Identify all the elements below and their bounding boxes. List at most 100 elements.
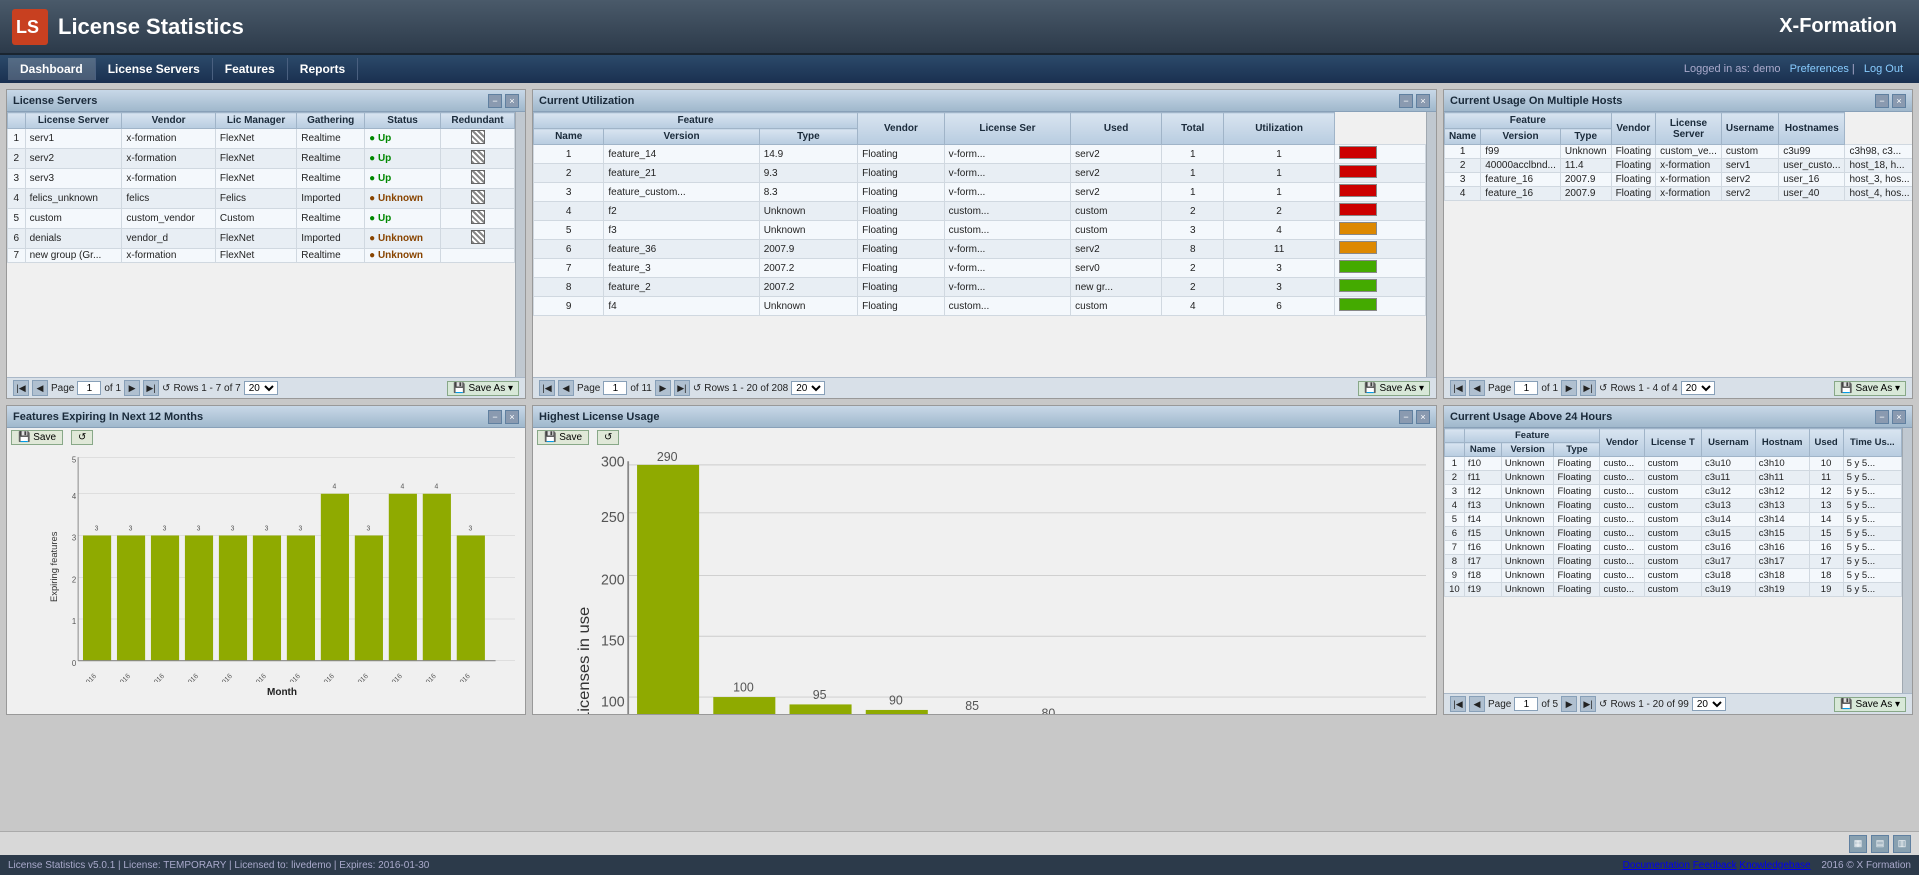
cu-close[interactable]: × bbox=[1416, 94, 1430, 108]
u24-prev[interactable]: ◀ bbox=[1469, 696, 1485, 712]
mh-first[interactable]: |◀ bbox=[1450, 380, 1466, 396]
ls-page-input[interactable] bbox=[77, 381, 101, 395]
grid-icon-1[interactable]: ▦ bbox=[1849, 835, 1867, 853]
table-row: 4 feature_16 2007.9 Floating x-formation… bbox=[1445, 187, 1913, 201]
svg-text:July 2016: July 2016 bbox=[276, 673, 301, 682]
cu-minimize[interactable]: − bbox=[1399, 94, 1413, 108]
svg-text:January 2016: January 2016 bbox=[64, 673, 98, 682]
nav-dashboard[interactable]: Dashboard bbox=[8, 58, 96, 80]
nav-license-servers[interactable]: License Servers bbox=[96, 58, 213, 80]
u24-close[interactable]: × bbox=[1892, 410, 1906, 424]
license-servers-rows: 1 serv1 x-formation FlexNet Realtime ● U… bbox=[8, 129, 515, 263]
u24-last[interactable]: ▶| bbox=[1580, 696, 1596, 712]
current-util-title: Current Utilization bbox=[539, 95, 634, 107]
u24-page-input[interactable] bbox=[1514, 697, 1538, 711]
fe-minimize[interactable]: − bbox=[488, 410, 502, 424]
grid-icon-2[interactable]: ▤ bbox=[1871, 835, 1889, 853]
preferences-link[interactable]: Preferences bbox=[1790, 63, 1849, 75]
mh-rows-select[interactable]: 20 bbox=[1681, 381, 1715, 395]
fe-bar-sep bbox=[355, 535, 383, 660]
cu-next[interactable]: ▶ bbox=[655, 380, 671, 396]
grid-icon-3[interactable]: ▥ bbox=[1893, 835, 1911, 853]
fe-close[interactable]: × bbox=[505, 410, 519, 424]
nav-features[interactable]: Features bbox=[213, 58, 288, 80]
license-servers-scrollbar[interactable] bbox=[515, 112, 525, 377]
u24-next[interactable]: ▶ bbox=[1561, 696, 1577, 712]
cu-scrollbar[interactable] bbox=[1426, 112, 1436, 377]
ls-first-page[interactable]: |◀ bbox=[13, 380, 29, 396]
cu-save-button[interactable]: 💾 Save As ▾ bbox=[1358, 381, 1430, 396]
table-row: 7 new group (Gr... x-formation FlexNet R… bbox=[8, 249, 515, 263]
mh-table-wrapper: Feature Vendor License Server Username H… bbox=[1444, 112, 1912, 377]
svg-text:100: 100 bbox=[601, 694, 625, 710]
u24-first[interactable]: |◀ bbox=[1450, 696, 1466, 712]
table-row: 8 feature_2 2007.2 Floating v-form... ne… bbox=[534, 278, 1426, 297]
svg-text:90: 90 bbox=[889, 693, 903, 707]
col-num bbox=[8, 113, 26, 129]
logout-link[interactable]: Log Out bbox=[1864, 63, 1903, 75]
mh-col-licser: License Server bbox=[1656, 113, 1722, 145]
ls-rows-info: Rows 1 - 7 of 7 bbox=[173, 383, 240, 394]
mh-refresh[interactable]: ↺ bbox=[1599, 383, 1607, 394]
license-servers-controls: − × bbox=[488, 94, 519, 108]
u24-pag-left: |◀ ◀ Page of 5 ▶ ▶| ↺ Rows 1 - 20 of 99 … bbox=[1450, 696, 1726, 712]
cu-last[interactable]: ▶| bbox=[674, 380, 690, 396]
mh-save-button[interactable]: 💾 Save As ▾ bbox=[1834, 381, 1906, 396]
svg-text:75: 75 bbox=[1118, 712, 1132, 714]
hl-close[interactable]: × bbox=[1416, 410, 1430, 424]
u24-table-wrapper: Feature Vendor License T Usernam Hostnam… bbox=[1444, 428, 1902, 693]
nav-reports[interactable]: Reports bbox=[288, 58, 358, 80]
mh-controls: − × bbox=[1875, 94, 1906, 108]
hl-minimize[interactable]: − bbox=[1399, 410, 1413, 424]
cu-page-input[interactable] bbox=[603, 381, 627, 395]
hl-bar-3 bbox=[790, 704, 852, 714]
ls-rows-select[interactable]: 20 bbox=[244, 381, 278, 395]
nav-items: Dashboard License Servers Features Repor… bbox=[8, 58, 358, 80]
bottom-toolbar: ▦ ▤ ▥ bbox=[0, 831, 1919, 855]
license-servers-minimize[interactable]: − bbox=[488, 94, 502, 108]
u24-refresh[interactable]: ↺ bbox=[1599, 699, 1607, 710]
license-servers-close[interactable]: × bbox=[505, 94, 519, 108]
cu-prev[interactable]: ◀ bbox=[558, 380, 574, 396]
col-vendor: Vendor bbox=[122, 113, 215, 129]
cu-pagination: |◀ ◀ Page of 11 ▶ ▶| ↺ Rows 1 - 20 of 20… bbox=[533, 377, 1436, 398]
u24-col-rownum bbox=[1445, 443, 1465, 457]
mh-last[interactable]: ▶| bbox=[1580, 380, 1596, 396]
hl-refresh-btn[interactable]: ↺ bbox=[597, 430, 619, 445]
ls-next-page[interactable]: ▶ bbox=[124, 380, 140, 396]
ls-refresh-icon[interactable]: ↺ bbox=[162, 383, 170, 394]
fe-bar-jan bbox=[83, 535, 111, 660]
cu-rows-select[interactable]: 20 bbox=[791, 381, 825, 395]
fe-refresh-btn[interactable]: ↺ bbox=[71, 430, 93, 445]
fe-controls: − × bbox=[488, 410, 519, 424]
ls-prev-page[interactable]: ◀ bbox=[32, 380, 48, 396]
u24-feature-group: Feature bbox=[1464, 429, 1600, 443]
u24-rows-select[interactable]: 20 bbox=[1692, 697, 1726, 711]
mh-next[interactable]: ▶ bbox=[1561, 380, 1577, 396]
ls-last-page[interactable]: ▶| bbox=[143, 380, 159, 396]
u24-save-button[interactable]: 💾 Save As ▾ bbox=[1834, 697, 1906, 712]
footer-feedback-link[interactable]: Feedback bbox=[1693, 860, 1737, 871]
current-util-rows: 1 feature_14 14.9 Floating v-form... ser… bbox=[534, 145, 1426, 316]
svg-text:3: 3 bbox=[299, 525, 303, 532]
mh-close[interactable]: × bbox=[1892, 94, 1906, 108]
highest-license-panel: Highest License Usage − × 💾 Save ↺ Licen… bbox=[532, 405, 1437, 715]
cu-refresh[interactable]: ↺ bbox=[693, 383, 701, 394]
mh-prev[interactable]: ◀ bbox=[1469, 380, 1485, 396]
ls-save-button[interactable]: 💾 Save As ▾ bbox=[447, 381, 519, 396]
u24-minimize[interactable]: − bbox=[1875, 410, 1889, 424]
app-logo: LS bbox=[12, 9, 48, 45]
fe-header: Features Expiring In Next 12 Months − × bbox=[7, 406, 525, 428]
u24-scrollbar[interactable] bbox=[1902, 428, 1912, 693]
cu-first[interactable]: |◀ bbox=[539, 380, 555, 396]
fe-save-btn[interactable]: 💾 Save bbox=[11, 430, 63, 445]
footer-doc-link[interactable]: Documentation bbox=[1623, 860, 1690, 871]
table-row: 3 f12 Unknown Floating custo... custom c… bbox=[1445, 485, 1902, 499]
hl-bar-4 bbox=[866, 710, 928, 714]
col-ls: License Server bbox=[25, 113, 122, 129]
mh-page-input[interactable] bbox=[1514, 381, 1538, 395]
mh-minimize[interactable]: − bbox=[1875, 94, 1889, 108]
hl-save-btn[interactable]: 💾 Save bbox=[537, 430, 589, 445]
svg-text:200: 200 bbox=[601, 572, 625, 588]
footer-kb-link[interactable]: Knowledgebase bbox=[1739, 860, 1810, 871]
